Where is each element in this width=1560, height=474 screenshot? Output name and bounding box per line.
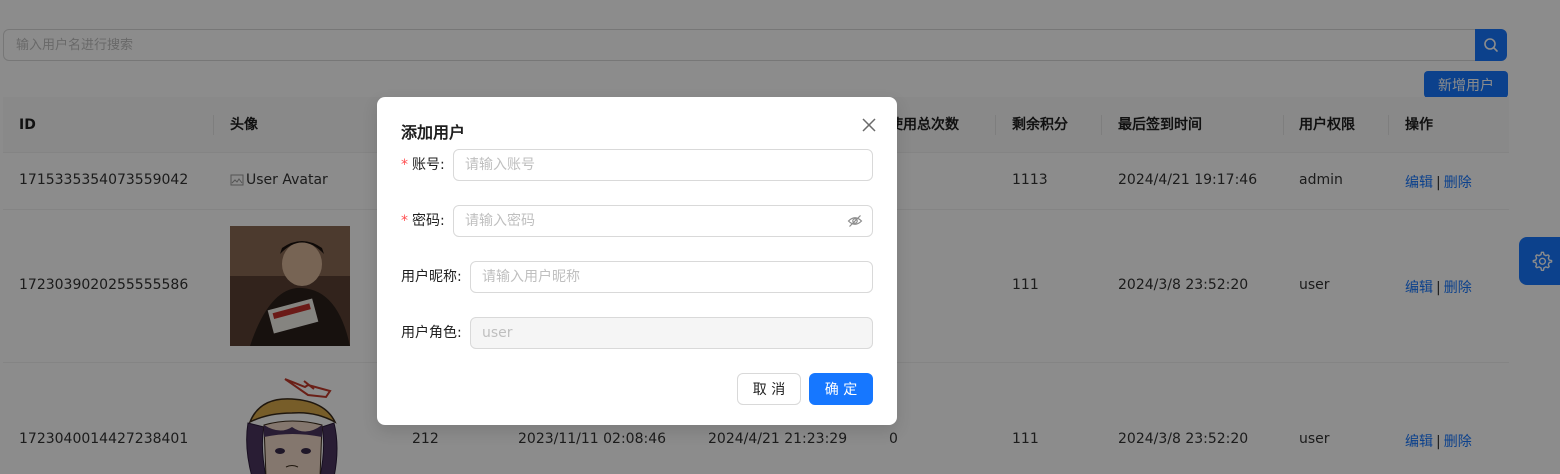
form-item-role: 用户角色: <box>401 317 873 349</box>
password-label: 密码: <box>412 213 445 229</box>
close-icon <box>862 118 876 132</box>
modal-close-button[interactable] <box>859 115 879 135</box>
confirm-button[interactable]: 确 定 <box>809 373 873 405</box>
form-item-account: * 账号: <box>401 149 873 181</box>
eye-invisible-icon[interactable] <box>847 213 863 229</box>
add-user-modal: 添加用户 *账号: *密码: 用户昵称: 用户角色: 取 消 确 定 <box>377 97 897 425</box>
required-mark: * <box>401 157 408 173</box>
modal-title: 添加用户 <box>401 123 466 142</box>
account-label: 账号: <box>412 157 445 173</box>
account-label-wrap: * 账号: <box>401 149 445 181</box>
nickname-label: 用户昵称: <box>401 269 462 285</box>
form-item-nickname: 用户昵称: <box>401 261 873 293</box>
account-input[interactable] <box>453 149 873 181</box>
password-input[interactable] <box>453 205 873 237</box>
role-label: 用户角色: <box>401 325 462 341</box>
role-input <box>470 317 873 349</box>
nickname-input[interactable] <box>470 261 873 293</box>
cancel-button[interactable]: 取 消 <box>737 373 801 405</box>
password-label-wrap: * 密码: <box>401 205 445 237</box>
required-mark: * <box>401 213 408 229</box>
form-item-password: * 密码: <box>401 205 873 237</box>
